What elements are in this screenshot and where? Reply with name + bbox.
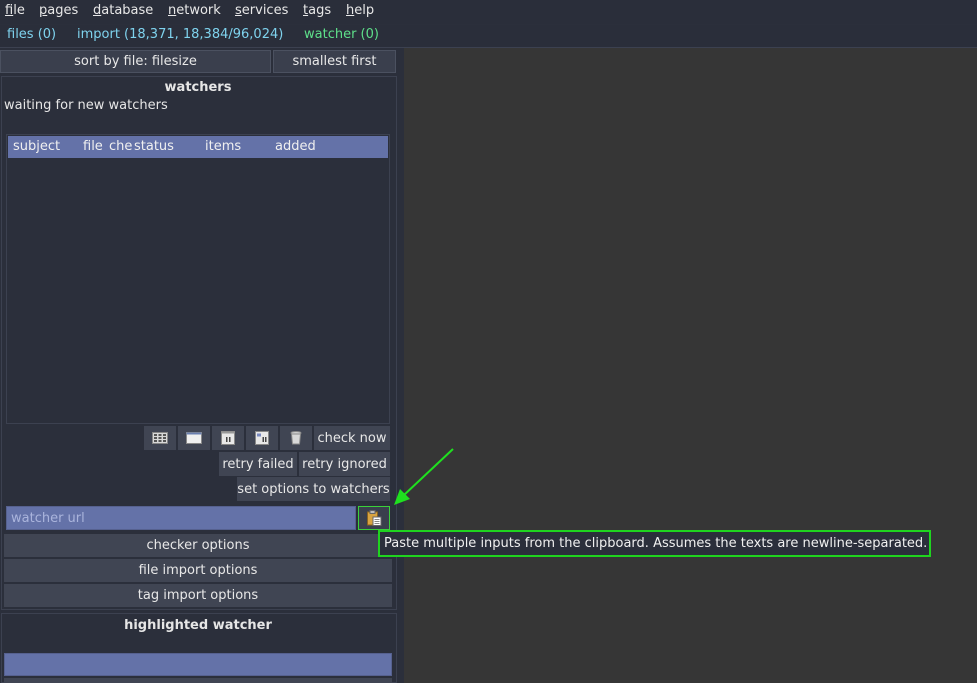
trash-icon-button[interactable] <box>280 426 312 450</box>
grid-icon-button[interactable] <box>144 426 176 450</box>
menu-pages[interactable]: pages <box>39 3 78 18</box>
pause-page-icon-button[interactable] <box>212 426 244 450</box>
watchers-status-text: waiting for new watchers <box>4 98 168 113</box>
window-icon-button[interactable] <box>178 426 210 450</box>
window-icon <box>186 432 202 444</box>
menu-services[interactable]: services <box>235 3 288 18</box>
set-options-button[interactable]: set options to watchers <box>237 477 390 501</box>
checker-options-button[interactable]: checker options <box>4 534 392 557</box>
highlighted-watcher-field[interactable] <box>4 653 392 676</box>
menu-help[interactable]: help <box>346 3 374 18</box>
table-header: subject file che status items added <box>8 136 388 158</box>
check-now-button[interactable]: check now <box>314 426 390 450</box>
pause-files-icon <box>255 431 269 445</box>
grid-icon <box>152 432 168 444</box>
trash-icon <box>290 431 302 445</box>
sort-by-button[interactable]: sort by file: filesize <box>0 50 271 73</box>
retry-ignored-button[interactable]: retry ignored <box>299 452 390 476</box>
import-status[interactable]: import (18,371, 18,384/96,024) <box>77 27 283 42</box>
highlighted-watcher-control[interactable] <box>4 678 392 683</box>
highlighted-watcher-title: highlighted watcher <box>124 618 272 633</box>
annotation-arrow-icon <box>394 448 454 505</box>
tag-import-options-button[interactable]: tag import options <box>4 584 392 607</box>
watchers-table[interactable]: subject file che status items added <box>6 134 390 424</box>
paste-tooltip: Paste multiple inputs from the clipboard… <box>378 530 931 557</box>
pause-page-icon <box>221 431 235 445</box>
media-viewer-pane <box>404 48 977 683</box>
watcher-status[interactable]: watcher (0) <box>304 27 379 42</box>
sort-order-button[interactable]: smallest first <box>273 50 396 73</box>
retry-failed-button[interactable]: retry failed <box>219 452 297 476</box>
watcher-url-input[interactable] <box>6 506 356 530</box>
menu-tags[interactable]: tags <box>303 3 331 18</box>
file-import-options-button[interactable]: file import options <box>4 559 392 582</box>
paste-button[interactable] <box>358 506 390 530</box>
column-items[interactable]: items <box>205 139 273 154</box>
clipboard-paste-icon <box>367 510 382 526</box>
column-checker[interactable]: che <box>109 139 133 154</box>
menu-network[interactable]: network <box>168 3 221 18</box>
column-added[interactable]: added <box>275 139 375 154</box>
column-status[interactable]: status <box>134 139 204 154</box>
menu-database[interactable]: database <box>93 3 153 18</box>
menu-file[interactable]: file <box>5 3 25 18</box>
files-status[interactable]: files (0) <box>7 27 56 42</box>
pause-files-icon-button[interactable] <box>246 426 278 450</box>
column-subject[interactable]: subject <box>13 139 83 154</box>
menu-bar: file pages database network services tag… <box>0 0 977 24</box>
watchers-title: watchers <box>164 80 232 95</box>
status-bar: files (0) import (18,371, 18,384/96,024)… <box>0 25 977 48</box>
column-file[interactable]: file <box>83 139 109 154</box>
